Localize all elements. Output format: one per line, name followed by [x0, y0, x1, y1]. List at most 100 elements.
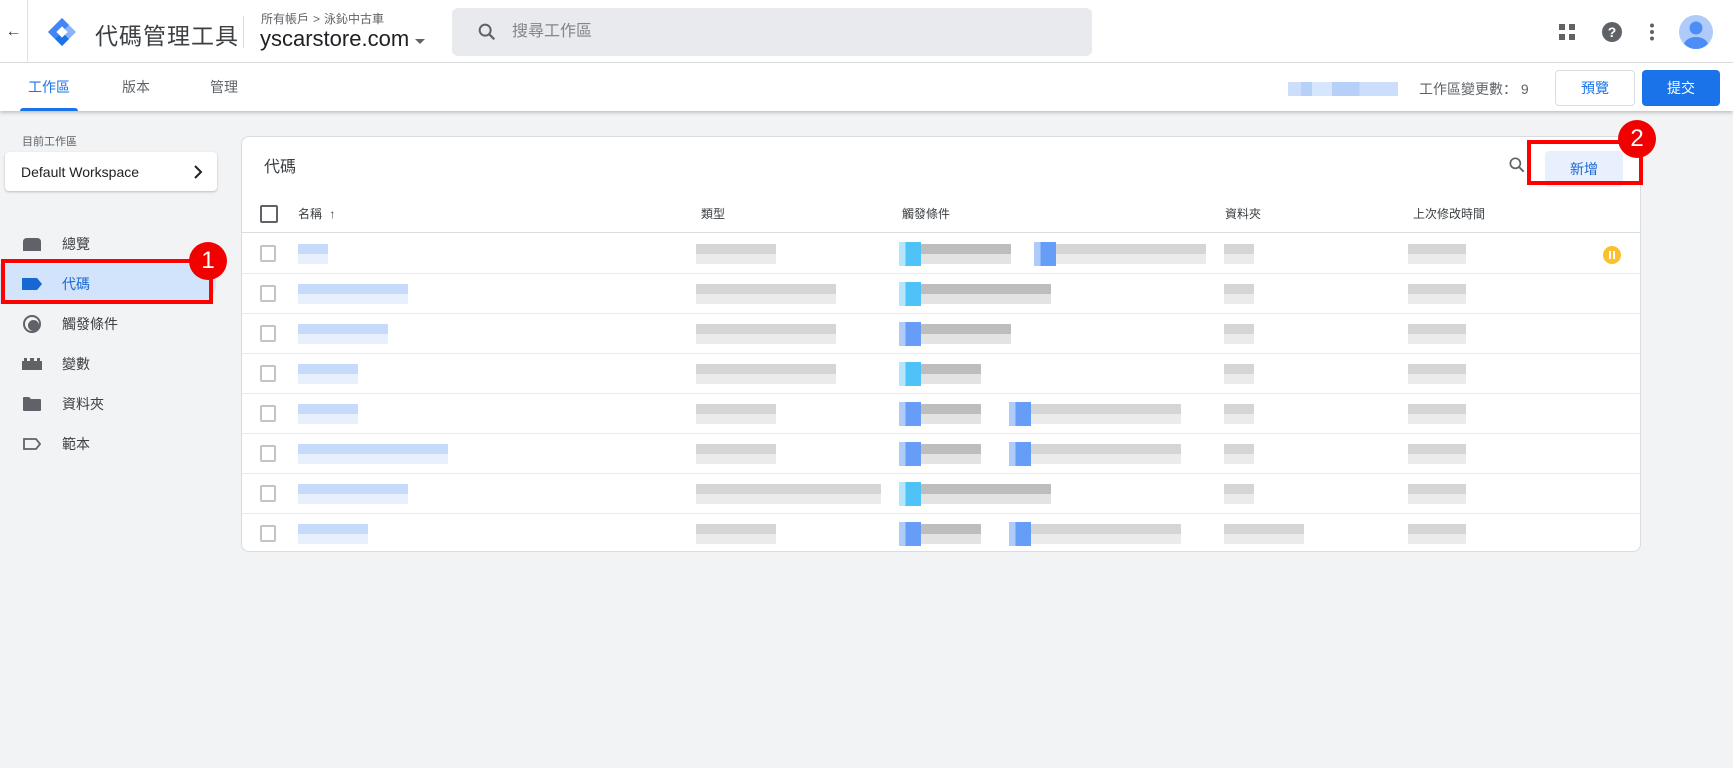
tag-name-redacted[interactable]: [298, 284, 408, 304]
folder-redacted: [1224, 364, 1254, 384]
column-header-folder[interactable]: 資料夾: [1225, 195, 1261, 233]
row-checkbox[interactable]: [260, 445, 276, 462]
search-icon[interactable]: [1507, 155, 1527, 175]
search-icon: [478, 23, 496, 41]
tag-name-redacted[interactable]: [298, 524, 368, 544]
trigger-name-redacted[interactable]: [921, 324, 1011, 344]
table-row[interactable]: [242, 514, 1640, 551]
trigger-type-icon: [899, 522, 921, 546]
tag-type-redacted: [696, 324, 836, 344]
trigger-name-redacted[interactable]: [921, 284, 1051, 304]
sidebar-item-variables[interactable]: 變數: [0, 344, 216, 384]
row-checkbox[interactable]: [260, 525, 276, 542]
workspace-changes-label: 工作區變更數：: [1419, 81, 1517, 97]
trigger-name-redacted[interactable]: [921, 484, 1051, 504]
table-header: 名稱 ↑ 類型 觸發條件 資料夾 上次修改時間: [242, 195, 1640, 233]
preview-button[interactable]: 預覽: [1555, 70, 1635, 106]
trigger-name-redacted[interactable]: [1031, 444, 1181, 464]
tag-name-redacted[interactable]: [298, 364, 358, 384]
row-checkbox[interactable]: [260, 325, 276, 342]
row-checkbox[interactable]: [260, 485, 276, 502]
account-avatar-icon[interactable]: [1679, 15, 1713, 49]
folder-redacted: [1224, 484, 1254, 504]
last-edited-redacted: [1408, 524, 1466, 544]
column-header-name[interactable]: 名稱 ↑: [298, 195, 335, 233]
trigger-name-redacted[interactable]: [921, 244, 1011, 264]
sidebar-item-folders[interactable]: 資料夾: [0, 384, 216, 424]
table-row[interactable]: [242, 274, 1640, 314]
last-edited-redacted: [1408, 284, 1466, 304]
search-input[interactable]: [512, 23, 1072, 41]
breadcrumb-account[interactable]: 泳鈊中古車: [324, 10, 384, 27]
variables-icon: [22, 354, 42, 374]
trigger-name-redacted[interactable]: [921, 524, 981, 544]
tag-name-redacted[interactable]: [298, 244, 328, 264]
help-icon[interactable]: ?: [1598, 18, 1626, 46]
tag-name-redacted[interactable]: [298, 324, 388, 344]
trigger-type-icon: [1009, 442, 1031, 466]
trigger-name-redacted[interactable]: [921, 404, 981, 424]
row-checkbox[interactable]: [260, 405, 276, 422]
tags-card: 代碼 新增 名稱 ↑ 類型 觸發條件 資料夾 上次修改時間: [241, 136, 1641, 552]
trigger-name-redacted[interactable]: [1031, 524, 1181, 544]
column-header-triggers[interactable]: 觸發條件: [902, 195, 950, 233]
sidebar-item-label: 變數: [62, 356, 90, 372]
select-all-checkbox[interactable]: [260, 205, 278, 223]
sidebar-item-label: 觸發條件: [62, 316, 118, 332]
submit-button[interactable]: 提交: [1642, 70, 1720, 106]
trigger-name-redacted[interactable]: [921, 444, 981, 464]
current-workspace-label: 目前工作區: [22, 136, 77, 148]
trigger-name-redacted[interactable]: [921, 364, 981, 384]
workspace-search[interactable]: [452, 8, 1092, 56]
trigger-type-icon: [899, 322, 921, 346]
column-header-last-edited[interactable]: 上次修改時間: [1413, 195, 1485, 233]
tag-icon: [22, 274, 42, 294]
sidebar-item-label: 範本: [62, 436, 90, 452]
card-title: 代碼: [264, 159, 297, 176]
tab-versions[interactable]: 版本: [116, 63, 156, 111]
row-checkbox[interactable]: [260, 245, 276, 262]
folder-icon: [22, 394, 42, 414]
sidebar-item-triggers[interactable]: 觸發條件: [0, 304, 216, 344]
tag-name-redacted[interactable]: [298, 404, 358, 424]
paused-status-icon: [1603, 246, 1621, 264]
sidebar-item-templates[interactable]: 範本: [0, 424, 216, 464]
row-checkbox[interactable]: [260, 285, 276, 302]
column-header-type[interactable]: 類型: [701, 195, 725, 233]
table-row[interactable]: [242, 474, 1640, 514]
table-row[interactable]: [242, 394, 1640, 434]
container-selector[interactable]: yscarstore.com: [260, 26, 426, 52]
row-checkbox[interactable]: [260, 365, 276, 382]
sidebar-nav: 總覽 代碼 觸發條件 變數 資料夾 範本: [0, 224, 216, 464]
redacted-workspace-info: [1288, 82, 1398, 96]
tag-name-redacted[interactable]: [298, 484, 408, 504]
dropdown-caret-icon: [415, 38, 426, 44]
workspace-selector[interactable]: Default Workspace: [5, 152, 217, 191]
trigger-type-icon: [899, 362, 921, 386]
breadcrumb-all-accounts[interactable]: 所有帳戶: [261, 10, 309, 27]
table-row[interactable]: [242, 314, 1640, 354]
container-name: yscarstore.com: [260, 26, 410, 51]
sidebar-item-label: 資料夾: [62, 396, 104, 412]
table-row[interactable]: [242, 354, 1640, 394]
breadcrumb-separator: >: [313, 11, 321, 26]
sidebar-item-tags[interactable]: 代碼: [0, 264, 216, 304]
tab-admin[interactable]: 管理: [204, 63, 244, 111]
new-tag-button[interactable]: 新增: [1545, 151, 1623, 187]
sidebar-item-overview[interactable]: 總覽: [0, 224, 216, 264]
tag-type-redacted: [696, 244, 776, 264]
template-icon: [22, 434, 42, 454]
folder-redacted: [1224, 524, 1304, 544]
more-vert-icon[interactable]: [1638, 18, 1666, 46]
sidebar-item-label: 總覽: [62, 236, 90, 252]
last-edited-redacted: [1408, 404, 1466, 424]
trigger-name-redacted[interactable]: [1056, 244, 1206, 264]
table-row[interactable]: [242, 434, 1640, 474]
tag-name-redacted[interactable]: [298, 444, 448, 464]
back-button[interactable]: ←: [0, 0, 28, 63]
trigger-name-redacted[interactable]: [1031, 404, 1181, 424]
table-row[interactable]: [242, 234, 1640, 274]
tab-workspace[interactable]: 工作區: [20, 63, 78, 111]
apps-grid-icon[interactable]: [1553, 18, 1581, 46]
trigger-type-icon: [899, 402, 921, 426]
